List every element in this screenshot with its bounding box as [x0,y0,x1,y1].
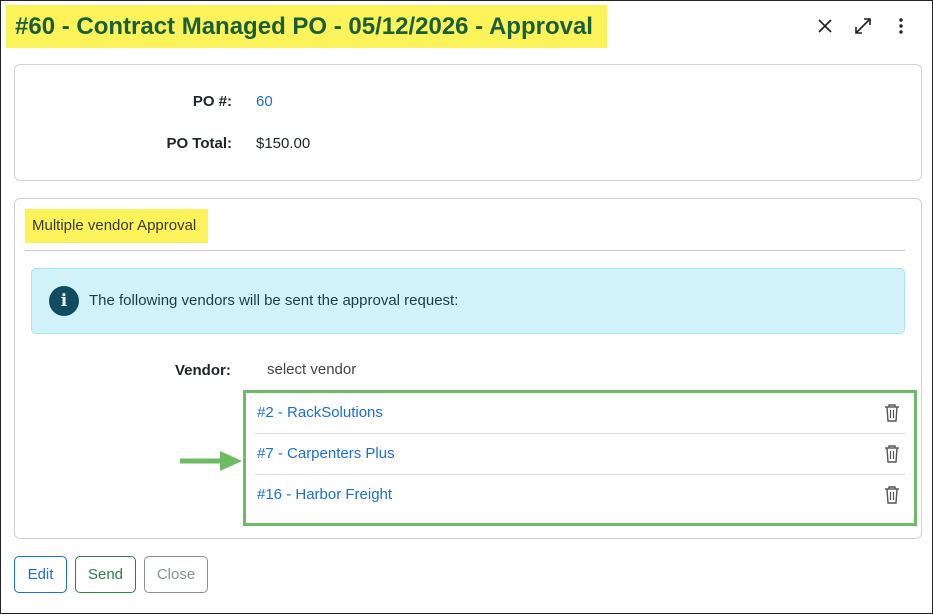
list-item: #7 - Carpenters Plus [255,434,905,475]
expand-icon[interactable] [851,13,875,39]
po-total-label: PO Total: [166,135,232,152]
po-number-label: PO #: [192,93,232,110]
info-alert: i The following vendors will be sent the… [31,268,905,334]
list-item: #16 - Harbor Freight [255,475,905,516]
trash-icon[interactable] [883,403,901,423]
vendor-approval-card: Multiple vendor Approval i The following… [14,198,922,539]
po-number-link[interactable]: 60 [256,93,273,110]
divider [25,250,905,251]
po-details-card: PO #: 60 PO Total: $150.00 [14,64,922,181]
vendor-select[interactable]: select vendor [267,361,356,378]
send-button[interactable]: Send [75,556,136,593]
trash-icon[interactable] [883,485,901,505]
vendor-link[interactable]: #2 - RackSolutions [257,404,383,421]
close-button[interactable]: Close [144,556,208,593]
edit-button[interactable]: Edit [14,556,67,593]
vendor-link[interactable]: #16 - Harbor Freight [257,486,392,503]
more-vertical-icon[interactable] [889,13,913,39]
list-item: #2 - RackSolutions [255,393,905,434]
info-text: The following vendors will be sent the a… [89,292,459,309]
po-total-value: $150.00 [256,135,311,152]
vendor-label: Vendor: [175,362,231,379]
vendor-link[interactable]: #7 - Carpenters Plus [257,445,395,462]
vendor-list: #2 - RackSolutions #7 - Carpenters Plus [243,390,917,526]
dialog-header: #60 - Contract Managed PO - 05/12/2026 -… [1,1,932,57]
arrow-right-icon [180,451,242,476]
trash-icon[interactable] [883,444,901,464]
section-title: Multiple vendor Approval [25,209,209,243]
dialog-title: #60 - Contract Managed PO - 05/12/2026 -… [6,5,607,48]
close-icon[interactable] [813,13,837,39]
info-icon: i [49,286,79,316]
